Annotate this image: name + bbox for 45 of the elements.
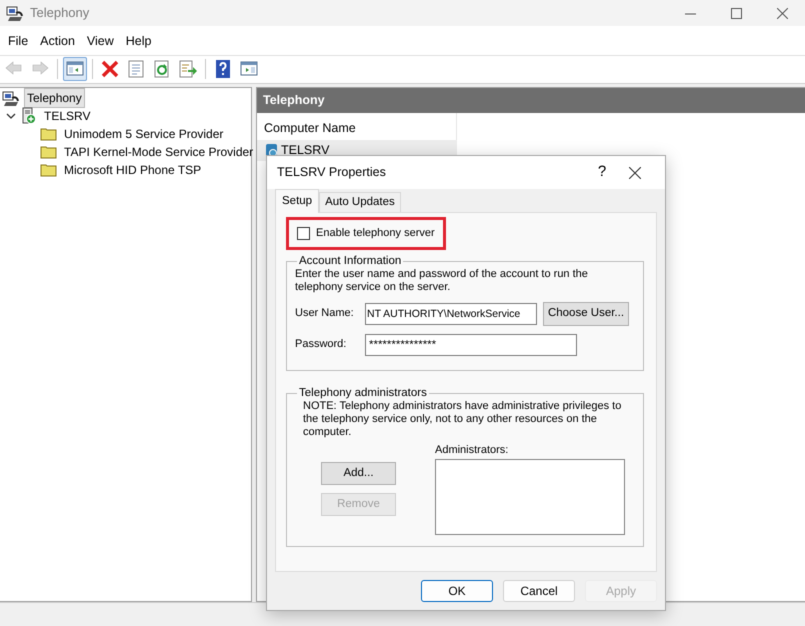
tree-item[interactable]: Telephony bbox=[24, 88, 85, 108]
pane-header: Telephony bbox=[257, 88, 805, 112]
tree-item[interactable]: Microsoft HID Phone TSP bbox=[62, 160, 204, 179]
computer-phone-icon bbox=[6, 4, 24, 22]
menu-item[interactable]: Help bbox=[120, 30, 158, 53]
tab[interactable]: Setup bbox=[275, 188, 320, 213]
window-title: Telephony bbox=[30, 4, 90, 22]
menu-item[interactable]: Action bbox=[34, 30, 81, 53]
menu-item[interactable]: View bbox=[80, 30, 120, 53]
field-label: Password: bbox=[295, 337, 348, 352]
delete-icon bbox=[101, 60, 119, 78]
maximize-icon bbox=[730, 8, 742, 18]
menu-item[interactable]: File bbox=[2, 30, 34, 53]
help-icon bbox=[214, 60, 232, 78]
description-text: Enter the user name and password of the account to run the telephony service on the server. bbox=[295, 268, 589, 294]
note-text: NOTE: Telephony administrators have administrative privileges to the telephony service only, not to any other resources on the computer. bbox=[302, 400, 622, 438]
checkbox[interactable] bbox=[297, 226, 310, 240]
choose-user-button[interactable]: Choose User... bbox=[543, 302, 629, 326]
administrators-list[interactable] bbox=[435, 458, 625, 535]
input-field[interactable]: NT AUTHORITY\NetworkService bbox=[365, 302, 537, 325]
help-button[interactable]: ? bbox=[581, 160, 623, 185]
pane-toggle-icon bbox=[66, 60, 84, 78]
close-icon bbox=[629, 166, 641, 178]
list-label: Administrators: bbox=[435, 443, 510, 458]
group-title: Account Information bbox=[298, 254, 402, 268]
dialog-title: TELSRV Properties bbox=[277, 164, 387, 182]
properties-icon bbox=[127, 60, 145, 78]
tree-item[interactable]: Unimodem 5 Service Provider bbox=[62, 124, 226, 143]
group-title: Telephony administrators bbox=[298, 386, 428, 400]
tab[interactable]: Auto Updates bbox=[319, 192, 401, 212]
dialog-button[interactable]: Cancel bbox=[503, 580, 575, 602]
collapse-chevron-icon[interactable] bbox=[6, 110, 16, 121]
tree-item[interactable]: TELSRV bbox=[42, 106, 92, 125]
refresh-icon bbox=[153, 60, 171, 78]
list-cell-text: TELSRV bbox=[281, 142, 330, 160]
field-label: User Name: bbox=[295, 306, 355, 322]
password-field[interactable]: *************** bbox=[365, 334, 577, 356]
pane-toggle-icon bbox=[240, 60, 258, 78]
close-icon bbox=[776, 8, 788, 18]
tree-item[interactable]: TAPI Kernel-Mode Service Provider bbox=[62, 142, 256, 161]
export-icon bbox=[179, 60, 197, 78]
checkbox-label: Enable telephony server bbox=[316, 226, 435, 241]
dialog-button[interactable]: OK bbox=[421, 580, 493, 602]
dialog-button[interactable]: Add... bbox=[321, 462, 396, 486]
toolbar-button[interactable] bbox=[63, 57, 87, 82]
